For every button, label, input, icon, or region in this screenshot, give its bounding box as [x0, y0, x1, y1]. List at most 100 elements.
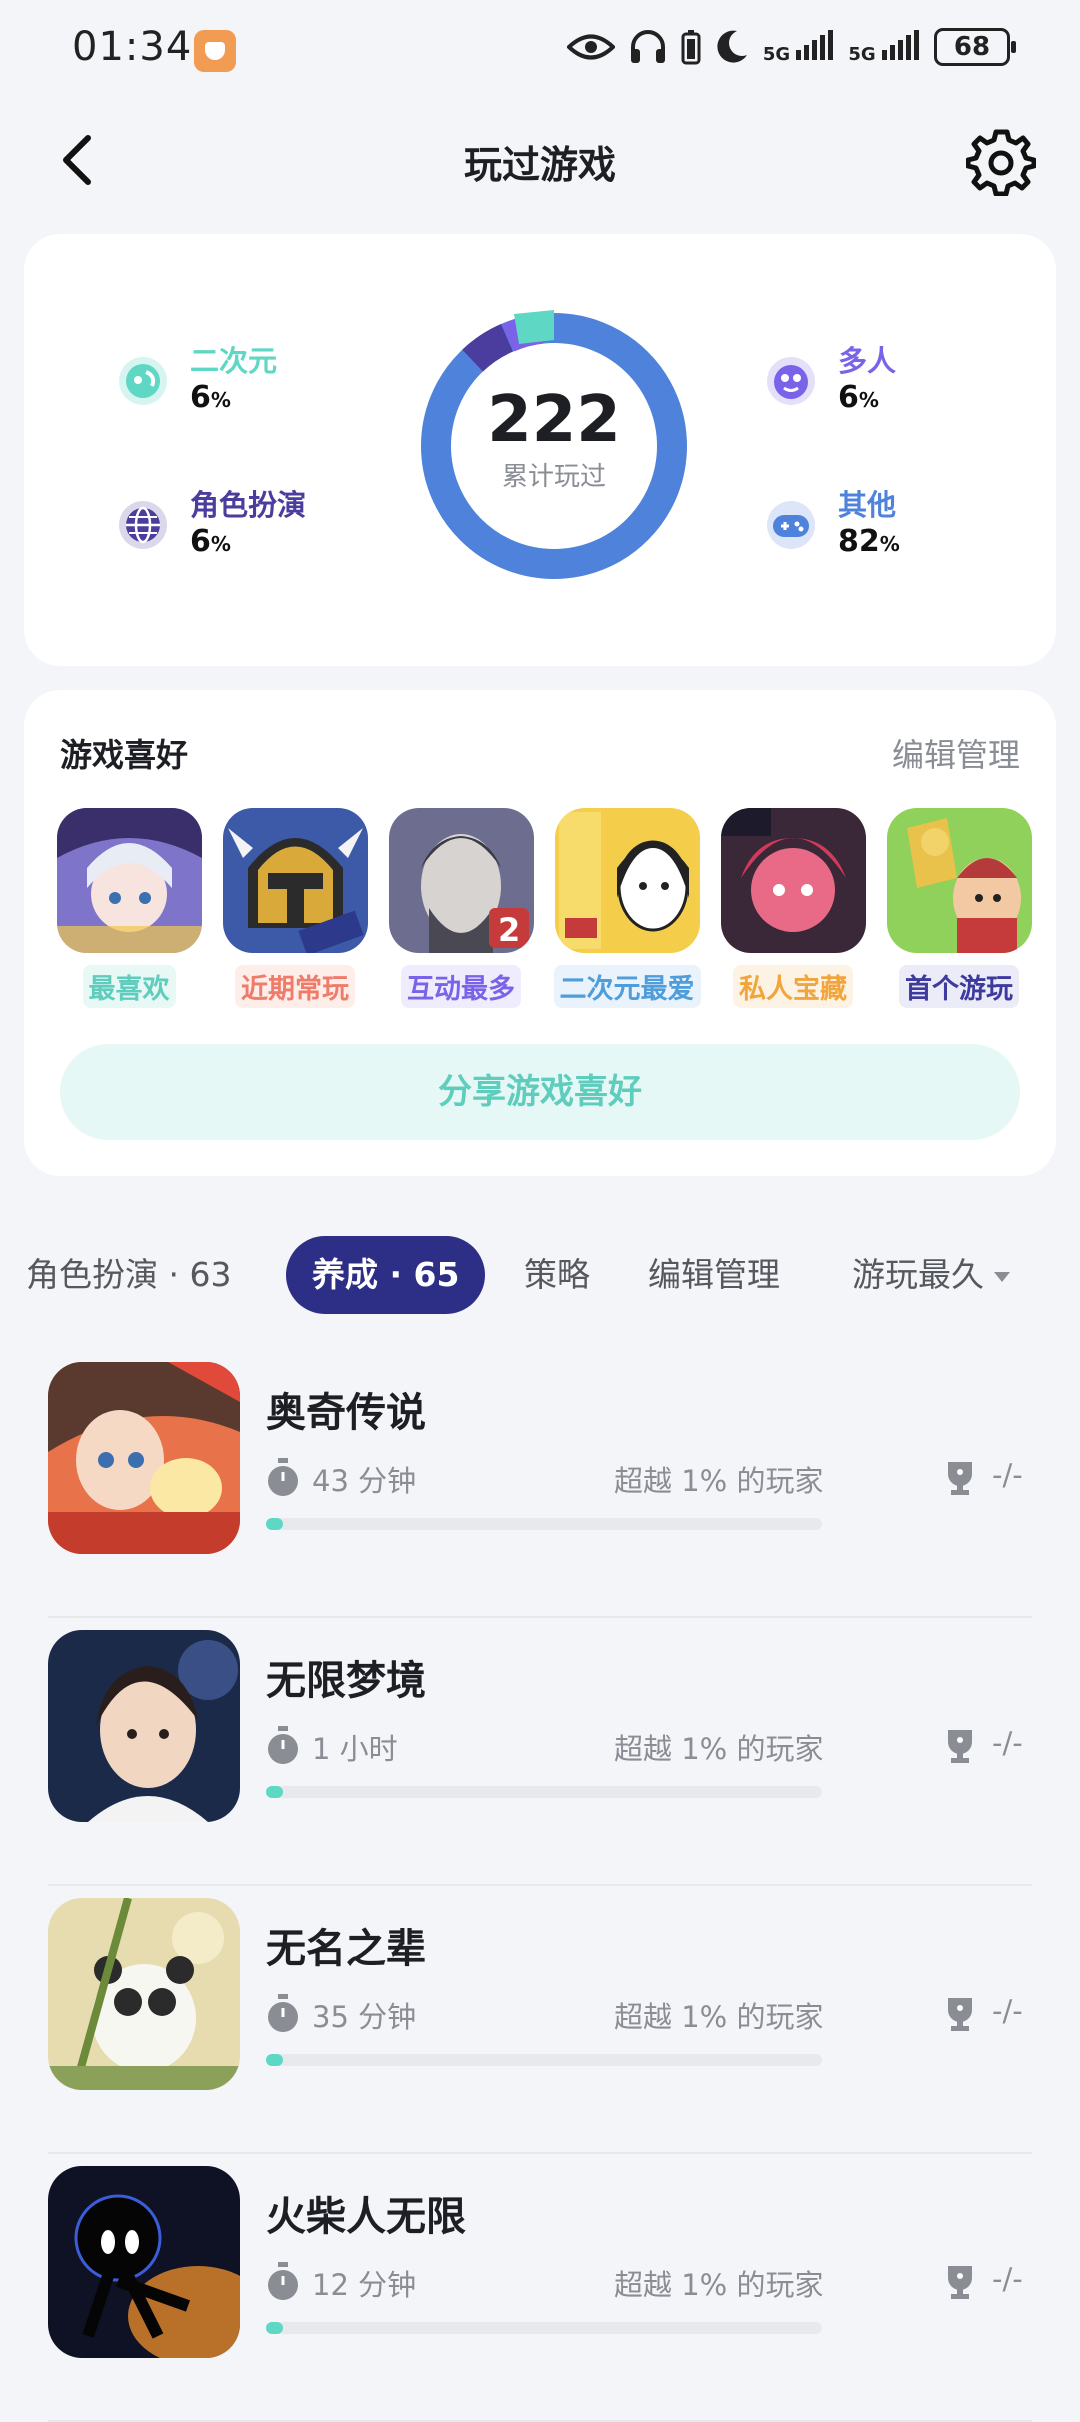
eye-icon — [565, 32, 616, 62]
trophy-icon — [948, 1462, 972, 1495]
percentile-text: 超越 1% 的玩家 — [614, 1732, 824, 1766]
multiplayer-icon — [764, 354, 818, 408]
sort-dropdown[interactable]: 游玩最久 — [852, 1236, 1010, 1314]
game-row[interactable]: 火柴人无限 12 分钟 超越 1% 的玩家 -/- — [48, 2154, 1032, 2422]
rank-text: -/- — [992, 1726, 1023, 1760]
category-percent: 6% — [838, 380, 879, 415]
network-label-1: 5G — [762, 43, 791, 65]
app-notification-icon — [194, 30, 236, 72]
category-name: 二次元 — [190, 344, 278, 378]
percentile-text: 超越 1% 的玩家 — [614, 2000, 824, 2034]
game-icon — [720, 808, 866, 953]
category-percent: 6% — [190, 524, 231, 559]
percentile-text: 超越 1% 的玩家 — [614, 1464, 824, 1498]
rank-text: -/- — [992, 2262, 1023, 2296]
status-bar: 01:34 5G 5G 68 — [0, 0, 1080, 100]
trophy-icon — [948, 1730, 972, 1763]
preferences-edit-button[interactable]: 编辑管理 — [892, 730, 1020, 776]
category-other[interactable]: 其他 82% — [764, 486, 900, 562]
progress-fill — [266, 1786, 283, 1798]
trophy-icon — [948, 2266, 972, 2299]
game-icon — [222, 808, 368, 953]
preferences-title: 游戏喜好 — [60, 736, 189, 774]
filter-edit-button[interactable]: 编辑管理 — [648, 1236, 780, 1314]
category-percent: 6% — [190, 380, 231, 415]
anime-icon — [116, 354, 170, 408]
page-title: 玩过游戏 — [463, 143, 616, 187]
tab-roleplay[interactable]: 角色扮演 · 63 — [26, 1236, 231, 1314]
percentile-text: 超越 1% 的玩家 — [614, 2268, 824, 2302]
svg-text:2: 2 — [498, 911, 520, 949]
game-icon — [48, 1898, 240, 2090]
progress-fill — [266, 1518, 283, 1530]
game-row[interactable]: 无名之辈 35 分钟 超越 1% 的玩家 -/- — [48, 1886, 1032, 2154]
game-icon — [48, 2166, 240, 2358]
category-percent: 82% — [838, 524, 900, 559]
game-icon — [48, 1362, 240, 1554]
status-icons: 5G 5G 68 — [565, 28, 1016, 66]
category-multiplayer[interactable]: 多人 6% — [764, 342, 896, 418]
preference-tag: 首个游玩 — [899, 965, 1019, 1008]
chevron-down-icon — [994, 1271, 1010, 1282]
category-roleplay[interactable]: 角色扮演 6% — [116, 486, 306, 562]
playtime-progress-bar — [266, 1786, 822, 1798]
category-anime[interactable]: 二次元 6% — [116, 342, 277, 418]
globe-icon — [116, 498, 170, 552]
preference-game-item[interactable]: 二次元最爱 — [552, 808, 702, 1008]
preference-tag: 最喜欢 — [82, 965, 176, 1008]
game-title: 火柴人无限 — [266, 2194, 466, 2240]
signal-5g-icon-2: 5G — [848, 29, 920, 65]
share-preferences-button[interactable]: 分享游戏喜好 — [60, 1044, 1020, 1140]
playtime: 1 小时 — [312, 1732, 398, 1766]
timer-icon — [268, 2262, 298, 2300]
signal-5g-icon: 5G — [762, 29, 835, 65]
rank-text: -/- — [992, 1458, 1023, 1492]
playtime-progress-bar — [266, 1518, 822, 1530]
stats-card: 二次元 6% 角色扮演 6% 多人 6% 其他 82% 222 累计玩过 — [24, 234, 1056, 666]
moon-icon — [715, 29, 749, 65]
progress-fill — [266, 2054, 283, 2066]
total-played-label: 累计玩过 — [501, 462, 606, 492]
game-icon — [554, 808, 700, 953]
preference-games: 最喜欢 近期常玩 2 互动最多 二次元最爱 私人宝藏 首个游玩 — [54, 808, 1044, 1008]
game-title: 无限梦境 — [266, 1658, 426, 1704]
playtime: 35 分钟 — [312, 2000, 417, 2034]
game-preferences-card: 游戏喜好 编辑管理 最喜欢 近期常玩 2 互动最多 二次元最爱 私人宝藏 首个游… — [24, 690, 1056, 1176]
donut-center: 222 累计玩过 — [404, 384, 704, 493]
playtime-progress-bar — [266, 2054, 822, 2066]
preference-game-item[interactable]: 2 互动最多 — [386, 808, 536, 1008]
network-label-2: 5G — [848, 43, 876, 65]
game-icon: 2 — [388, 808, 534, 953]
tab-strategy[interactable]: 策略 — [524, 1236, 590, 1314]
preference-tag: 二次元最爱 — [553, 965, 701, 1008]
total-played-count: 222 — [487, 383, 621, 457]
preference-game-item[interactable]: 近期常玩 — [220, 808, 370, 1008]
game-icon — [886, 808, 1032, 953]
rank-text: -/- — [992, 1994, 1023, 2028]
category-name: 其他 — [838, 488, 897, 522]
timer-icon — [268, 1994, 298, 2032]
preference-tag: 近期常玩 — [235, 965, 355, 1008]
progress-fill — [266, 2322, 283, 2334]
page-header: 玩过游戏 — [0, 120, 1080, 200]
played-games-list: 奥奇传说 43 分钟 超越 1% 的玩家 -/- 无限梦境 1 小时 超越 1%… — [48, 1350, 1032, 2422]
headphones-icon — [629, 29, 667, 65]
game-row[interactable]: 奥奇传说 43 分钟 超越 1% 的玩家 -/- — [48, 1350, 1032, 1618]
game-icon — [56, 808, 202, 953]
playtime: 12 分钟 — [312, 2268, 417, 2302]
gamepad-icon — [764, 498, 818, 552]
status-time: 01:34 — [72, 24, 193, 70]
trophy-icon — [948, 1998, 972, 2031]
preference-tag: 互动最多 — [401, 965, 521, 1008]
category-filter-tabs: 角色扮演 · 63 养成 · 65 策略 编辑管理 游玩最久 — [0, 1236, 1080, 1316]
gear-icon[interactable] — [965, 126, 1037, 197]
timer-icon — [268, 1726, 298, 1764]
preference-game-item[interactable]: 私人宝藏 — [718, 808, 868, 1008]
preference-game-item[interactable]: 首个游玩 — [884, 808, 1034, 1008]
game-title: 奥奇传说 — [266, 1390, 426, 1436]
tab-cultivation[interactable]: 养成 · 65 — [286, 1236, 486, 1314]
preference-game-item[interactable]: 最喜欢 — [54, 808, 204, 1008]
timer-icon — [268, 1458, 298, 1496]
game-row[interactable]: 无限梦境 1 小时 超越 1% 的玩家 -/- — [48, 1618, 1032, 1886]
game-title: 无名之辈 — [266, 1926, 426, 1972]
